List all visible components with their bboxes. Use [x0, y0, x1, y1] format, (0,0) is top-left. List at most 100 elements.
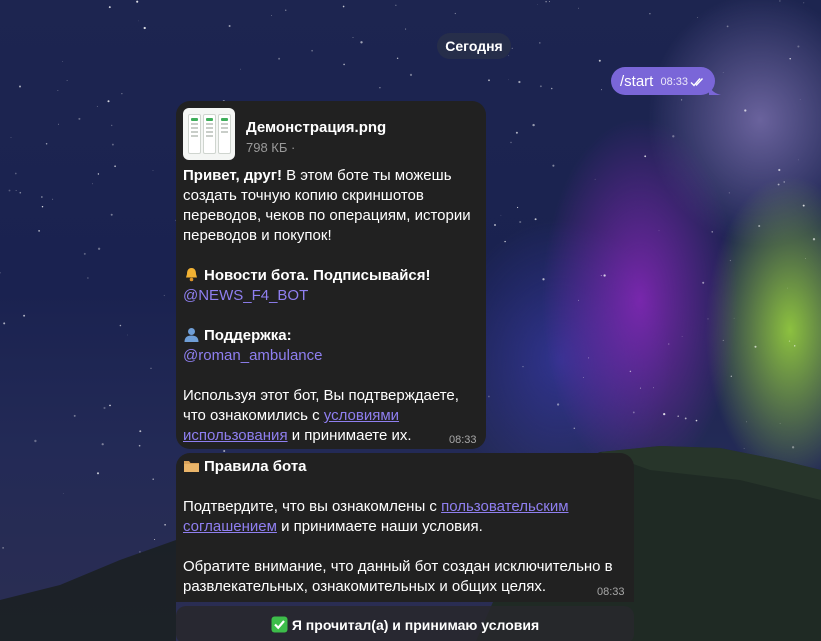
greeting-bold: Привет, друг!	[183, 167, 282, 184]
star	[729, 259, 732, 262]
news-channel-link[interactable]: @NEWS_F4_BOT	[183, 287, 308, 304]
star	[87, 277, 89, 279]
star	[783, 181, 785, 183]
star	[114, 165, 116, 168]
star	[794, 499, 796, 501]
rules-title: Правила бота	[204, 458, 307, 475]
star	[552, 164, 555, 167]
star	[548, 1, 550, 3]
star	[805, 258, 806, 260]
star	[542, 278, 545, 281]
star	[797, 45, 800, 48]
accept-terms-button[interactable]: Я прочитал(а) и принимаю условия	[176, 606, 634, 641]
star	[812, 238, 816, 241]
star	[517, 206, 519, 209]
star	[101, 443, 104, 446]
star	[278, 57, 281, 60]
star	[791, 446, 795, 449]
star	[758, 224, 761, 228]
file-thumbnail[interactable]	[183, 108, 235, 160]
star	[677, 415, 679, 417]
star	[109, 404, 111, 407]
star	[680, 99, 683, 101]
star	[603, 274, 606, 277]
star	[803, 2, 805, 4]
star	[629, 370, 632, 373]
star	[582, 377, 584, 378]
star	[539, 85, 542, 88]
star	[550, 87, 553, 90]
message-time: 08:33	[597, 586, 625, 598]
star	[797, 159, 799, 161]
check-mark-icon	[271, 616, 288, 633]
star	[62, 493, 64, 494]
outgoing-message[interactable]: /start 08:33	[611, 67, 715, 95]
star	[789, 57, 791, 60]
star	[500, 214, 502, 216]
star	[532, 123, 535, 127]
star	[271, 15, 272, 16]
star	[164, 523, 166, 526]
star	[127, 334, 128, 336]
star	[111, 143, 114, 146]
star	[779, 0, 781, 2]
star	[138, 20, 139, 22]
star	[539, 42, 541, 44]
star	[154, 538, 156, 541]
star	[588, 357, 590, 359]
outgoing-message-text: /start	[620, 72, 654, 90]
star	[644, 155, 647, 158]
file-name: Демонстрация.png	[246, 119, 387, 136]
star	[508, 79, 509, 81]
star	[38, 229, 41, 232]
star	[119, 324, 122, 327]
star	[639, 387, 641, 389]
star	[454, 12, 456, 15]
star	[45, 143, 48, 145]
star	[494, 224, 496, 226]
file-attachment[interactable]: Демонстрация.png 798 КБ ·	[183, 108, 386, 160]
date-separator: Сегодня	[437, 33, 511, 59]
rules-message-text: Правила бота Подтвердите, что вы ознаком…	[183, 457, 623, 597]
star	[488, 79, 490, 82]
star	[2, 547, 4, 549]
star	[510, 141, 512, 144]
star	[103, 406, 106, 410]
incoming-message-welcome[interactable]: Демонстрация.png 798 КБ · Привет, друг! …	[176, 101, 486, 449]
star	[311, 49, 313, 52]
star	[733, 317, 735, 319]
welcome-message-text: Привет, друг! В этом боте ты можешь созд…	[183, 166, 481, 446]
star	[726, 25, 729, 28]
outgoing-message-time: 08:33	[660, 76, 688, 88]
star	[508, 55, 510, 57]
star	[681, 336, 683, 337]
star	[150, 367, 152, 369]
support-contact-link[interactable]: @roman_ambulance	[183, 347, 322, 364]
star	[110, 124, 113, 127]
news-line: Новости бота. Подписывайся!	[183, 266, 481, 286]
file-size: 798 КБ ·	[246, 140, 296, 155]
terms-line: Используя этот бот, Вы подтверждаете, чт…	[183, 387, 459, 444]
star	[778, 168, 781, 172]
star	[110, 213, 113, 216]
star	[405, 28, 407, 30]
star	[793, 345, 796, 347]
star	[97, 247, 101, 250]
star	[759, 480, 762, 483]
star	[121, 93, 123, 95]
star	[41, 196, 43, 198]
star	[138, 444, 141, 447]
star	[139, 551, 141, 553]
star	[672, 135, 675, 138]
notice-text: Обратите внимание, что данный бот создан…	[183, 558, 613, 595]
star	[594, 178, 596, 180]
star	[3, 322, 6, 325]
incoming-message-rules[interactable]: Правила бота Подтвердите, что вы ознаком…	[176, 453, 634, 602]
star	[632, 411, 635, 414]
star	[787, 287, 789, 289]
star	[223, 449, 226, 453]
star	[228, 25, 231, 27]
star	[343, 63, 345, 66]
star	[777, 183, 780, 186]
star	[57, 90, 59, 91]
